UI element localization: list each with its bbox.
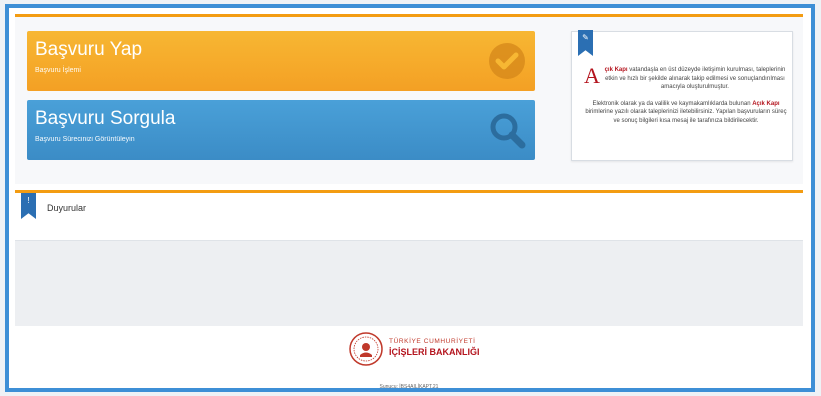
magnifier-icon xyxy=(490,113,526,149)
info-text: Açık Kapı vatandaşla en üst düzeyde ilet… xyxy=(584,63,788,126)
apply-card[interactable]: Başvuru Yap Başvuru İşlemi xyxy=(27,31,535,91)
info-paragraph-2-start: Elektronik olarak ya da valilik ve kayma… xyxy=(592,100,753,107)
acik-kapi-link[interactable]: Açık Kapı xyxy=(752,101,779,107)
logo-line-1: TÜRKİYE CUMHURİYETİ xyxy=(389,338,476,345)
announcements-title: Duyurular xyxy=(47,203,87,213)
query-card-subtitle: Başvuru Sürecinizi Görüntüleyin xyxy=(35,136,135,143)
server-info: Sunucu: İBS4AILİKAPT.21 xyxy=(379,384,439,390)
apply-card-subtitle: Başvuru İşlemi xyxy=(35,67,81,74)
ministry-seal-icon xyxy=(349,332,383,366)
pencil-icon: ✎ xyxy=(578,30,593,56)
acik-kapi-highlight: çık Kapı xyxy=(604,67,628,73)
ministry-logo[interactable]: TÜRKİYE CUMHURİYETİ İÇİŞLERİ BAKANLIĞI xyxy=(349,332,509,366)
announcements-section: ! Duyurular xyxy=(15,190,803,240)
info-paragraph-1: vatandaşla en üst düzeyde iletişimin kur… xyxy=(605,67,786,91)
check-circle-icon xyxy=(489,43,525,79)
query-card[interactable]: Başvuru Sorgula Başvuru Sürecinizi Görün… xyxy=(27,100,535,160)
apply-card-title: Başvuru Yap xyxy=(35,39,143,60)
query-card-title: Başvuru Sorgula xyxy=(35,108,176,129)
logo-line-2: İÇİŞLERİ BAKANLIĞI xyxy=(389,347,480,357)
info-box: ✎ Açık Kapı vatandaşla en üst düzeyde il… xyxy=(571,30,793,161)
drop-cap: A xyxy=(584,63,600,88)
top-section: Başvuru Yap Başvuru İşlemi Başvuru Sorgu… xyxy=(15,14,803,184)
announcements-content xyxy=(15,240,803,326)
page-frame: Başvuru Yap Başvuru İşlemi Başvuru Sorgu… xyxy=(5,4,815,392)
footer: TÜRKİYE CUMHURİYETİ İÇİŞLERİ BAKANLIĞI S… xyxy=(15,326,803,390)
info-paragraph-2-rest: birimlerine yazılı olarak taleplerinizi … xyxy=(585,109,787,124)
exclamation-icon: ! xyxy=(21,193,36,219)
